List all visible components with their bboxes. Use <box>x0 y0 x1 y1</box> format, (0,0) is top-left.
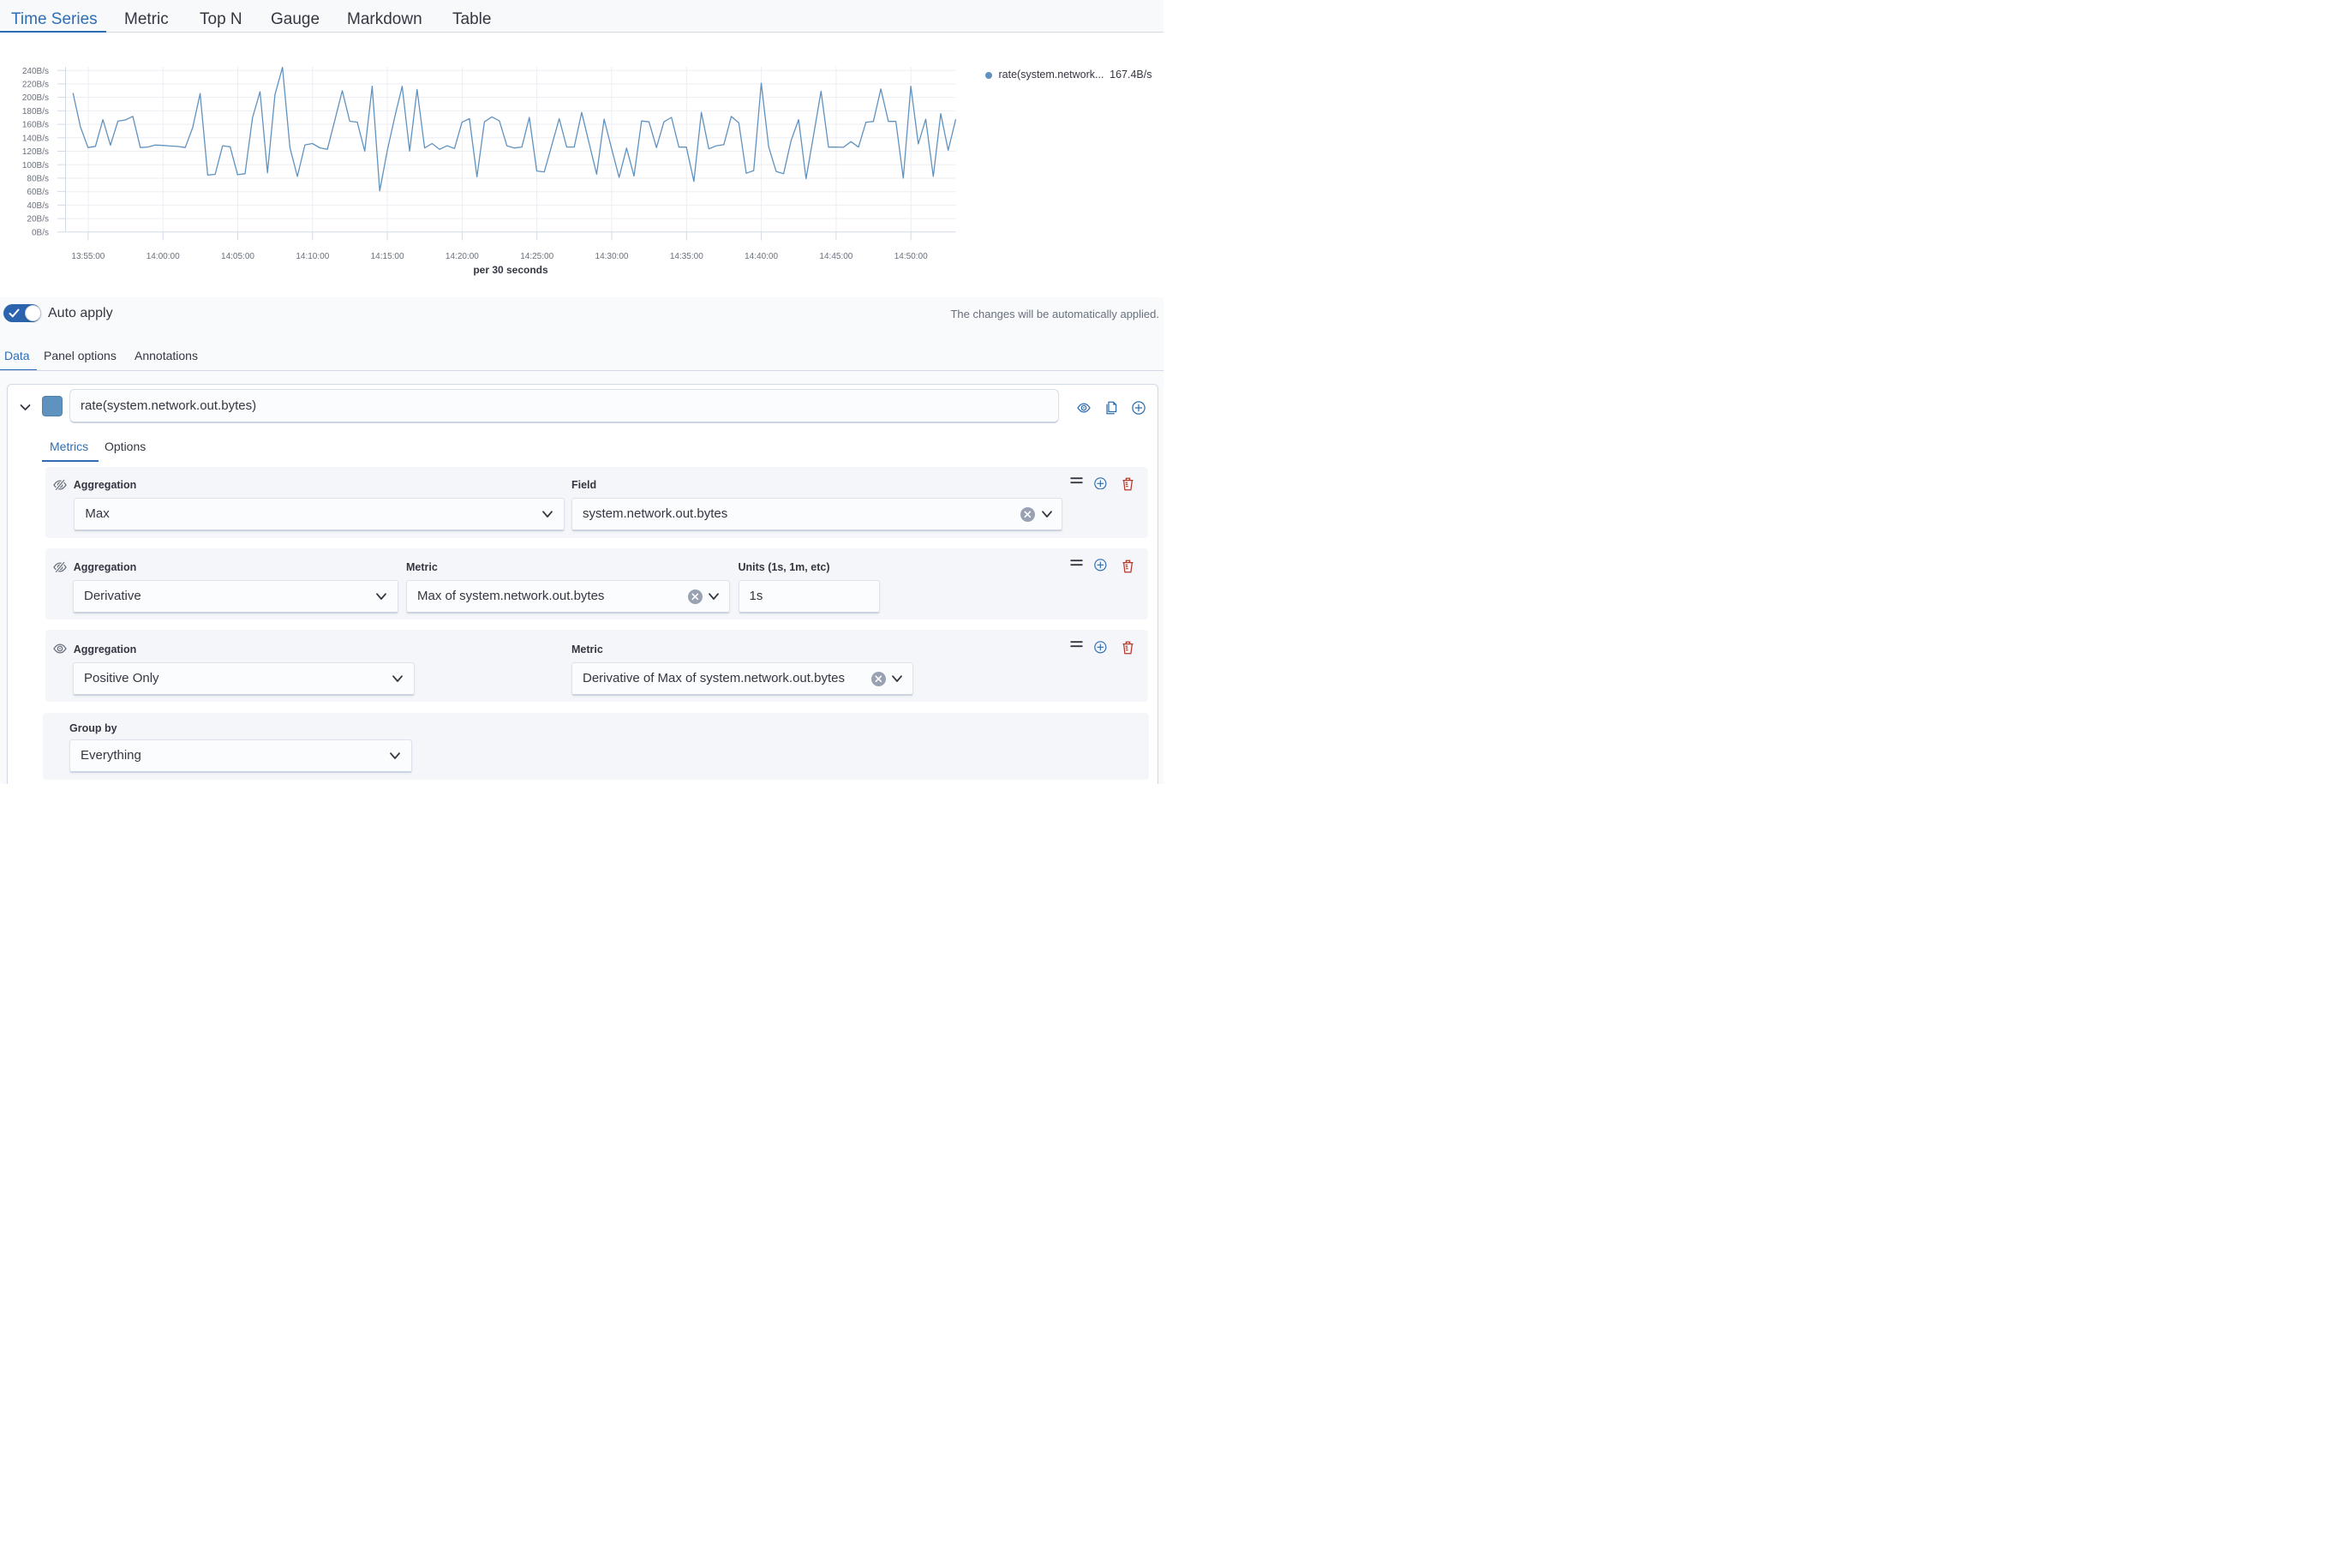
svg-text:167.4B/s: 167.4B/s <box>1110 69 1152 81</box>
svg-text:14:15:00: 14:15:00 <box>371 252 404 261</box>
svg-text:60B/s: 60B/s <box>27 188 49 197</box>
svg-text:14:10:00: 14:10:00 <box>296 252 329 261</box>
svg-text:14:45:00: 14:45:00 <box>819 252 852 261</box>
svg-text:120B/s: 120B/s <box>22 147 49 157</box>
svg-text:14:05:00: 14:05:00 <box>221 252 254 261</box>
svg-text:40B/s: 40B/s <box>27 201 49 211</box>
svg-text:220B/s: 220B/s <box>22 81 49 90</box>
svg-text:80B/s: 80B/s <box>27 175 49 184</box>
svg-text:20B/s: 20B/s <box>27 215 49 224</box>
svg-text:14:30:00: 14:30:00 <box>595 252 629 261</box>
svg-text:14:20:00: 14:20:00 <box>446 252 479 261</box>
svg-text:13:55:00: 13:55:00 <box>71 252 105 261</box>
svg-text:140B/s: 140B/s <box>22 134 49 143</box>
svg-text:0B/s: 0B/s <box>32 228 49 237</box>
svg-text:100B/s: 100B/s <box>22 161 49 171</box>
svg-text:14:25:00: 14:25:00 <box>520 252 553 261</box>
svg-text:14:35:00: 14:35:00 <box>670 252 703 261</box>
svg-text:14:50:00: 14:50:00 <box>894 252 928 261</box>
svg-text:rate(system.network...: rate(system.network... <box>999 69 1104 81</box>
svg-text:14:00:00: 14:00:00 <box>147 252 180 261</box>
svg-text:240B/s: 240B/s <box>22 67 49 76</box>
svg-text:160B/s: 160B/s <box>22 121 49 130</box>
svg-text:per 30 seconds: per 30 seconds <box>473 264 548 276</box>
svg-text:200B/s: 200B/s <box>22 93 49 103</box>
svg-text:180B/s: 180B/s <box>22 107 49 117</box>
svg-text:14:40:00: 14:40:00 <box>745 252 778 261</box>
